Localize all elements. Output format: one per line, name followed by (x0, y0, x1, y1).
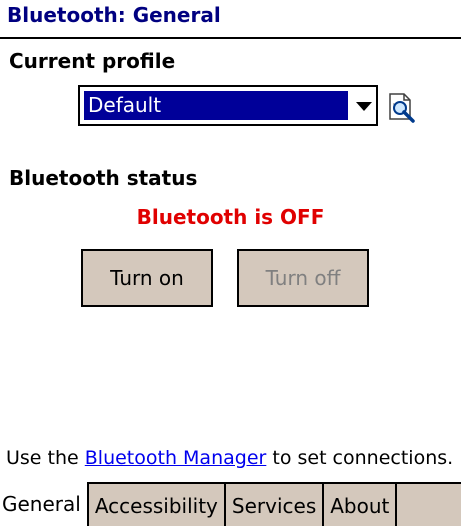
title-divider (0, 37, 461, 39)
chevron-down-icon[interactable] (352, 87, 376, 124)
page-title: Bluetooth: General (7, 3, 221, 27)
footer-prefix: Use the (6, 447, 85, 469)
profile-dropdown-value: Default (84, 91, 348, 120)
tab-strip-filler (397, 482, 461, 526)
tab-services[interactable]: Services (225, 482, 325, 526)
turn-on-button[interactable]: Turn on (81, 249, 213, 307)
bluetooth-manager-link[interactable]: Bluetooth Manager (85, 447, 267, 469)
tab-about[interactable]: About (324, 482, 398, 526)
edit-profile-icon[interactable] (385, 91, 417, 123)
footer-suffix: to set connections. (266, 447, 454, 469)
turn-off-button: Turn off (237, 249, 369, 307)
profile-dropdown[interactable]: Default (78, 85, 378, 126)
bluetooth-status-heading: Bluetooth status (9, 166, 198, 190)
tab-general[interactable]: General (0, 482, 89, 526)
bluetooth-status-text: Bluetooth is OFF (136, 205, 325, 229)
current-profile-heading: Current profile (9, 49, 176, 73)
tab-strip: General Accessibility Services About (0, 482, 461, 526)
footer-instructions: Use the Bluetooth Manager to set connect… (6, 446, 453, 470)
tab-accessibility[interactable]: Accessibility (88, 482, 226, 526)
